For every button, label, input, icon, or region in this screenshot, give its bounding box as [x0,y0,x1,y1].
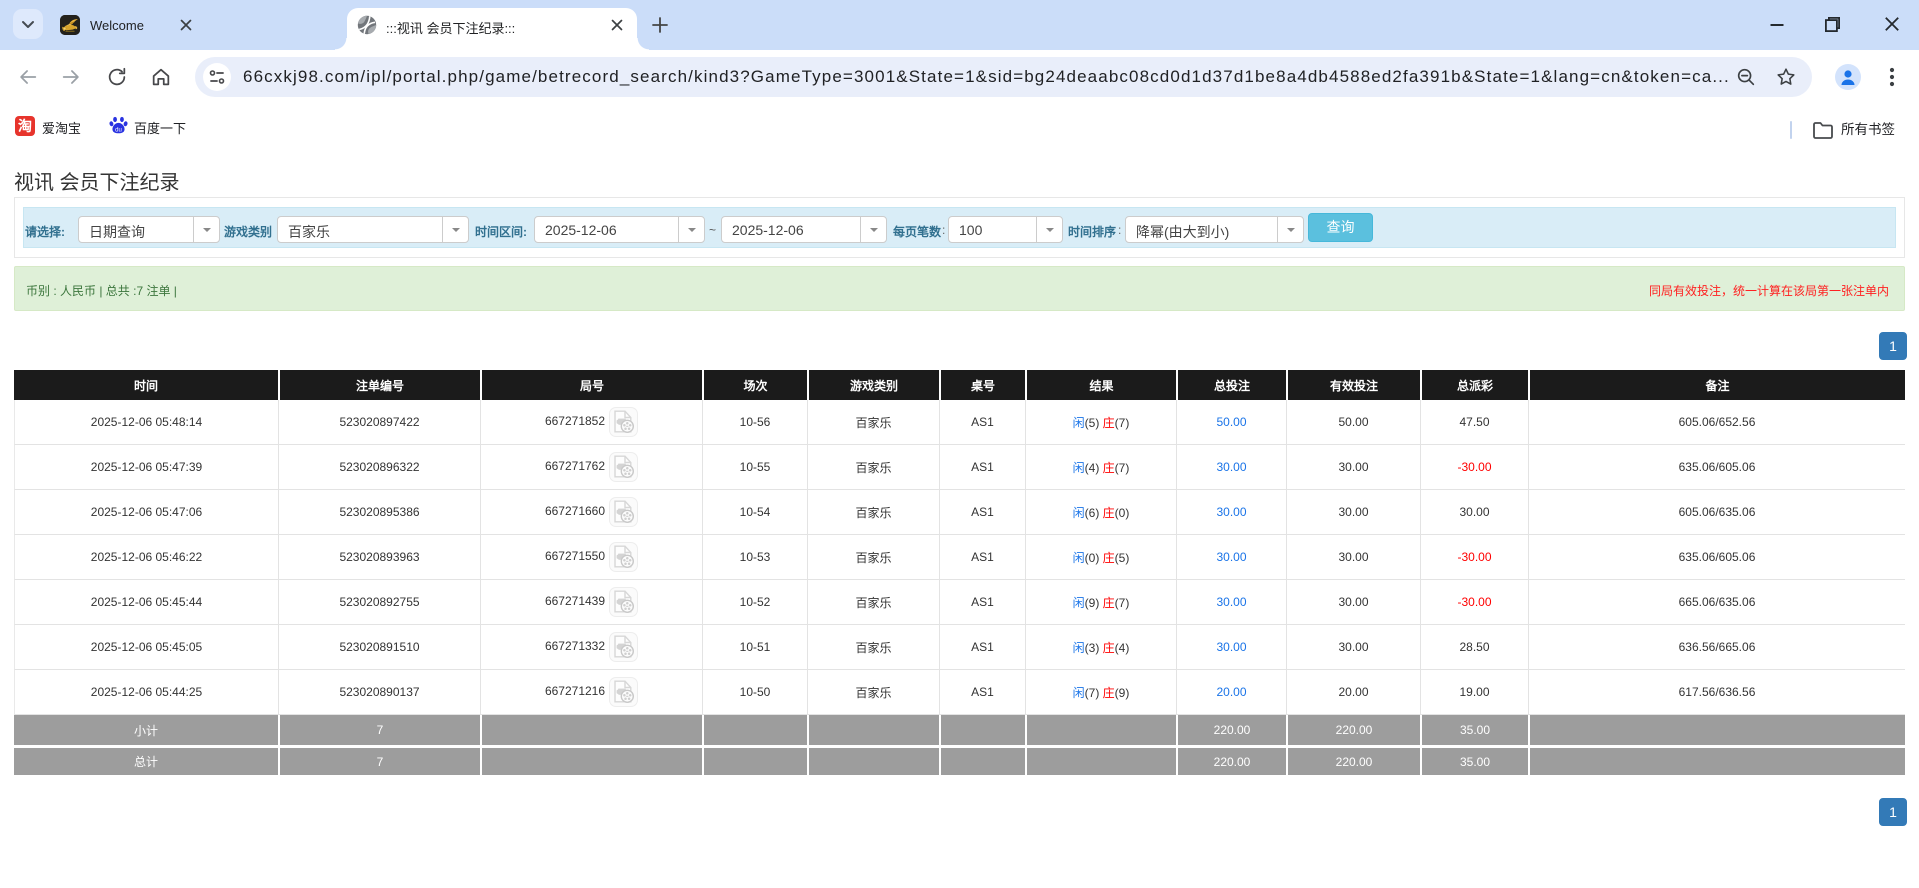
svg-text:du: du [115,128,122,134]
